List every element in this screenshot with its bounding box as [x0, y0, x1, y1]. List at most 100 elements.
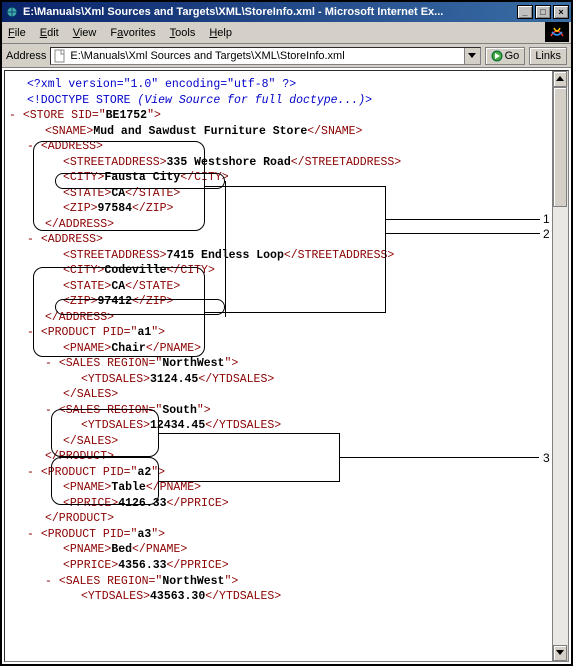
maximize-button[interactable]: □	[535, 5, 551, 19]
zip1-open: <ZIP>	[63, 202, 98, 215]
product2-close: </PRODUCT>	[45, 512, 114, 525]
ytd3-open: <YTDSALES>	[81, 590, 150, 603]
zip2-open: <ZIP>	[63, 295, 98, 308]
collapse-toggle[interactable]: -	[27, 528, 41, 541]
collapse-toggle[interactable]: -	[27, 233, 41, 246]
sales2-open-end: ">	[197, 404, 211, 417]
sname-close: </SNAME>	[307, 125, 362, 138]
pname2-open: <PNAME>	[63, 481, 111, 494]
collapse-toggle[interactable]: -	[27, 466, 41, 479]
street2-text: 7415 Endless Loop	[167, 249, 284, 262]
scroll-track[interactable]	[553, 87, 568, 645]
links-button[interactable]: Links	[529, 47, 567, 65]
sales2-open: <SALES REGION="	[59, 404, 163, 417]
xml-tree: <?xml version="1.0" encoding="utf-8" ?> …	[5, 71, 568, 611]
sales1-open-end: ">	[224, 357, 238, 370]
menu-tools[interactable]: Tools	[170, 27, 196, 39]
collapse-toggle[interactable]: -	[27, 140, 41, 153]
pname2-close: </PNAME>	[146, 481, 201, 494]
menu-edit[interactable]: Edit	[40, 27, 59, 39]
pprice3-text: 4356.33	[118, 559, 166, 572]
ytd3-text: 43563.30	[150, 590, 205, 603]
address2-open: <ADDRESS>	[41, 233, 103, 246]
menu-view[interactable]: View	[73, 27, 97, 39]
pname3-open: <PNAME>	[63, 543, 111, 556]
street2-open: <STREETADDRESS>	[63, 249, 167, 262]
close-button[interactable]: ×	[553, 5, 569, 19]
pname3-close: </PNAME>	[132, 543, 187, 556]
state2-open: <STATE>	[63, 280, 111, 293]
street1-open: <STREETADDRESS>	[63, 156, 167, 169]
pname1-text: Chair	[111, 342, 146, 355]
product3-open: <PRODUCT PID="	[41, 528, 138, 541]
street1-text: 335 Westshore Road	[167, 156, 291, 169]
sname-text: Mud and Sawdust Furniture Store	[93, 125, 307, 138]
ytd2-close: </YTDSALES>	[205, 419, 281, 432]
product1-open-end: ">	[151, 326, 165, 339]
address-bar: Address E:\Manuals\Xml Sources and Targe…	[2, 44, 571, 68]
pprice2-close: </PPRICE>	[167, 497, 229, 510]
pprice2-text: 4126.33	[118, 497, 166, 510]
zip1-close: </ZIP>	[132, 202, 173, 215]
ytd1-open: <YTDSALES>	[81, 373, 150, 386]
store-tag-open: <STORE SID="	[23, 109, 106, 122]
address-value: E:\Manuals\Xml Sources and Targets\XML\S…	[70, 50, 344, 62]
product3-open-end: ">	[151, 528, 165, 541]
city2-open: <CITY>	[63, 264, 104, 277]
city2-text: Codeville	[104, 264, 166, 277]
ie-logo-icon	[545, 22, 569, 42]
state2-text: CA	[111, 280, 125, 293]
pprice3-open: <PPRICE>	[63, 559, 118, 572]
pname3-text: Bed	[111, 543, 132, 556]
city2-close: </CITY>	[167, 264, 215, 277]
sales2-close: </SALES>	[63, 435, 118, 448]
collapse-toggle[interactable]: -	[45, 357, 59, 370]
xml-pi: <?xml version="1.0" encoding="utf-8" ?>	[27, 78, 296, 91]
content-area: <?xml version="1.0" encoding="utf-8" ?> …	[4, 70, 569, 662]
city1-open: <CITY>	[63, 171, 104, 184]
product2-open-end: ">	[151, 466, 165, 479]
sname-open: <SNAME>	[45, 125, 93, 138]
collapse-toggle[interactable]: -	[45, 404, 59, 417]
product1-open: <PRODUCT PID="	[41, 326, 138, 339]
scroll-up-button[interactable]	[553, 71, 567, 87]
store-tag-open-end: ">	[147, 109, 161, 122]
go-label: Go	[505, 50, 520, 62]
go-button[interactable]: Go	[485, 47, 526, 65]
address1-open: <ADDRESS>	[41, 140, 103, 153]
address-label: Address	[6, 50, 46, 62]
state1-open: <STATE>	[63, 187, 111, 200]
pname1-close: </PNAME>	[146, 342, 201, 355]
city1-close: </CITY>	[180, 171, 228, 184]
xml-doctype-comment: (View Source for full doctype...)	[137, 94, 365, 107]
sales1-open: <SALES REGION="	[59, 357, 163, 370]
ytd2-text: 12434.45	[150, 419, 205, 432]
sales3-open: <SALES REGION="	[59, 575, 163, 588]
state1-text: CA	[111, 187, 125, 200]
store-sid: BE1752	[106, 109, 147, 122]
address-dropdown-button[interactable]	[464, 48, 480, 64]
address2-close: </ADDRESS>	[45, 311, 114, 324]
pname2-text: Table	[111, 481, 146, 494]
state2-close: </STATE>	[125, 280, 180, 293]
minimize-button[interactable]: _	[517, 5, 533, 19]
vertical-scrollbar[interactable]	[552, 71, 568, 661]
ytd2-open: <YTDSALES>	[81, 419, 150, 432]
xml-doctype-pre: <!DOCTYPE STORE	[27, 94, 137, 107]
menu-help[interactable]: Help	[209, 27, 232, 39]
collapse-toggle[interactable]: -	[9, 109, 23, 122]
titlebar: E:\Manuals\Xml Sources and Targets\XML\S…	[2, 2, 571, 22]
zip2-close: </ZIP>	[132, 295, 173, 308]
address-input[interactable]: E:\Manuals\Xml Sources and Targets\XML\S…	[50, 47, 480, 65]
menu-favorites[interactable]: Favorites	[110, 27, 155, 39]
ytd1-text: 3124.45	[150, 373, 198, 386]
sales3-open-end: ">	[224, 575, 238, 588]
zip2-text: 97412	[98, 295, 133, 308]
scroll-down-button[interactable]	[553, 645, 567, 661]
collapse-toggle[interactable]: -	[27, 326, 41, 339]
scroll-thumb[interactable]	[553, 87, 567, 207]
menu-file[interactable]: File	[8, 27, 26, 39]
collapse-toggle[interactable]: -	[45, 575, 59, 588]
product3-pid: a3	[137, 528, 151, 541]
sales2-region: South	[162, 404, 197, 417]
